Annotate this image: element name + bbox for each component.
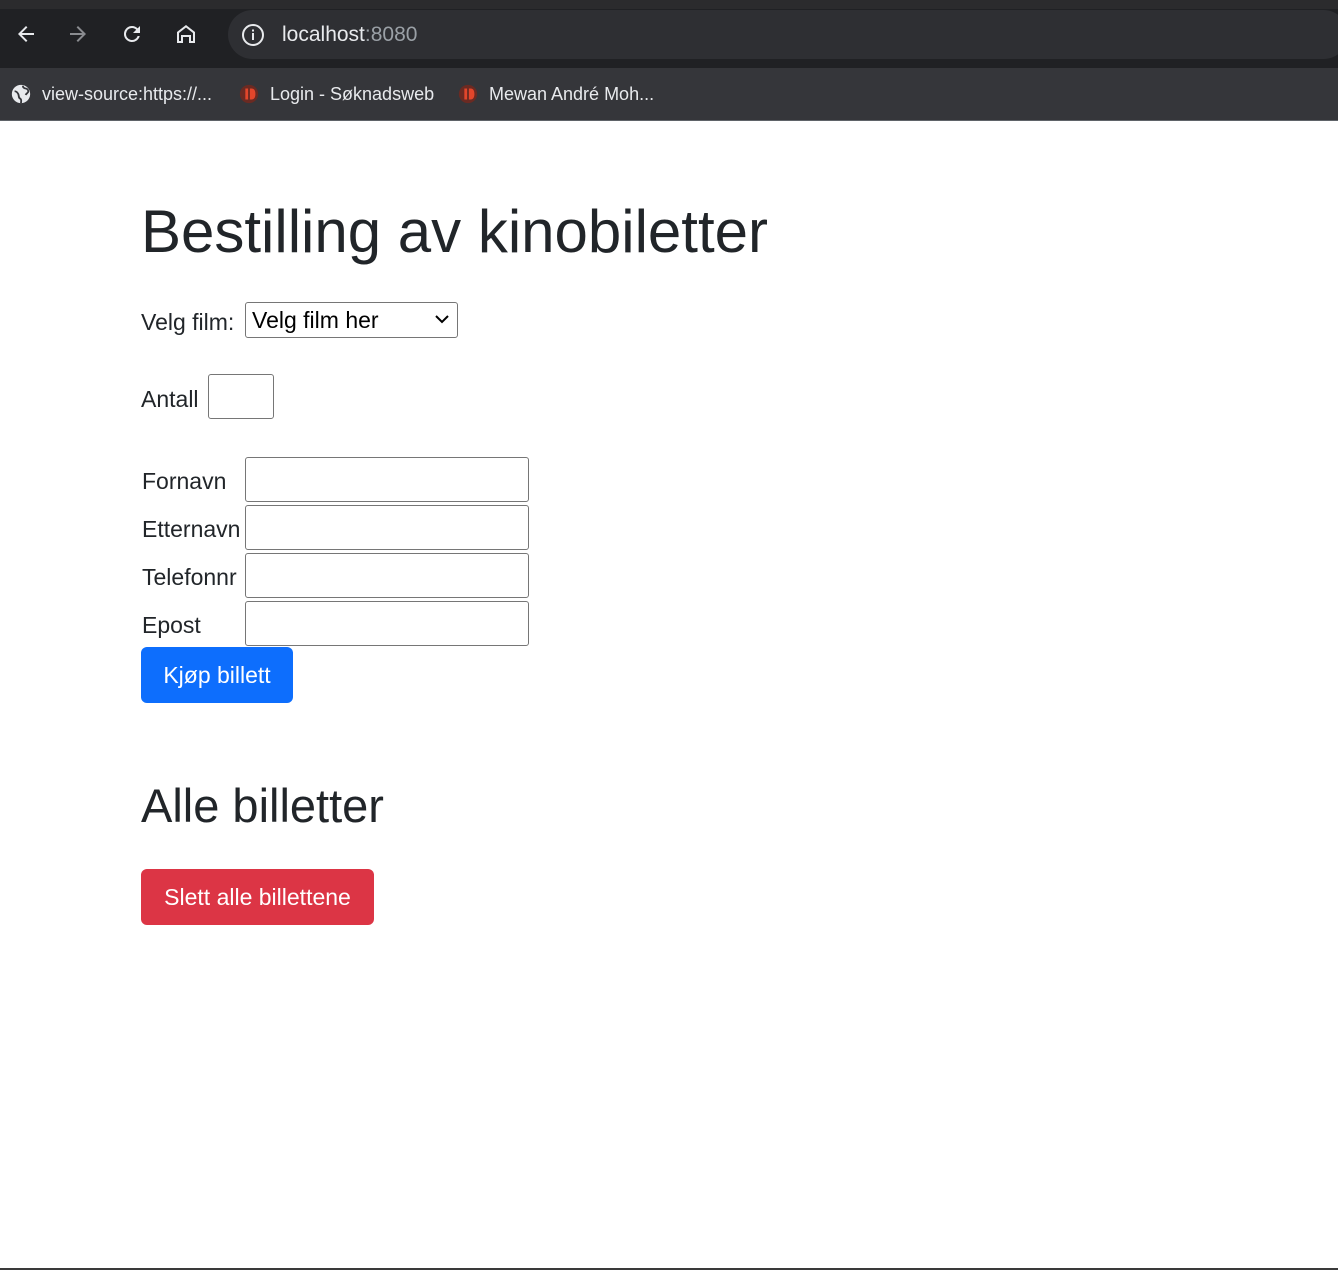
tab-strip <box>0 0 1338 9</box>
reload-icon <box>123 25 140 42</box>
page-title: Bestilling av kinobiletter <box>141 198 768 265</box>
telefonnr-input[interactable] <box>245 553 529 598</box>
telefonnr-label: Telefonnr <box>142 564 237 590</box>
bookmarks-bar: view-source:https://... Login - Søknadsw… <box>0 68 1338 121</box>
epost-input[interactable] <box>245 601 529 646</box>
bookmark-view-source[interactable]: view-source:https://... <box>10 78 212 110</box>
fornavn-input[interactable] <box>245 457 529 502</box>
reload-button[interactable] <box>116 18 148 50</box>
bookmark-label: Mewan André Moh... <box>489 83 655 104</box>
arrow-left-icon <box>18 26 34 42</box>
url-text: localhost:8080 <box>282 22 417 47</box>
all-tickets-title: Alle billetter <box>141 779 384 832</box>
back-button[interactable] <box>10 18 42 50</box>
delete-all-tickets-button[interactable]: Slett alle billettene <box>141 869 374 925</box>
etternavn-input[interactable] <box>245 505 529 550</box>
bookmark-label: Login - Søknadsweb <box>270 83 435 104</box>
chevron-down-icon <box>435 315 449 324</box>
film-select[interactable]: Velg film her <box>245 302 458 338</box>
url-port: :8080 <box>364 23 418 46</box>
epost-label: Epost <box>142 612 201 638</box>
bookmark-mewan[interactable]: Mewan André Moh... <box>457 78 654 110</box>
antall-input[interactable] <box>208 374 274 419</box>
arrow-right-icon <box>70 26 86 42</box>
browser-toolbar: localhost:8080 <box>0 0 1338 68</box>
antall-label: Antall <box>141 386 199 412</box>
fornavn-label: Fornavn <box>142 468 227 494</box>
url-host: localhost <box>282 23 365 46</box>
site-logo-icon <box>238 83 260 105</box>
globe-icon <box>10 83 32 105</box>
bookmark-label: view-source:https://... <box>42 83 213 104</box>
film-label: Velg film: <box>141 309 235 335</box>
home-button[interactable] <box>170 18 202 50</box>
buy-ticket-button[interactable]: Kjøp billett <box>141 647 293 703</box>
site-logo-icon <box>457 83 479 105</box>
film-select-value: Velg film her <box>252 307 379 333</box>
address-bar[interactable]: localhost:8080 <box>228 10 1338 59</box>
home-icon <box>177 25 195 43</box>
etternavn-label: Etternavn <box>142 516 241 542</box>
info-icon[interactable] <box>240 22 265 47</box>
forward-button[interactable] <box>62 18 94 50</box>
bookmark-login-soknadsweb[interactable]: Login - Søknadsweb <box>238 78 434 110</box>
